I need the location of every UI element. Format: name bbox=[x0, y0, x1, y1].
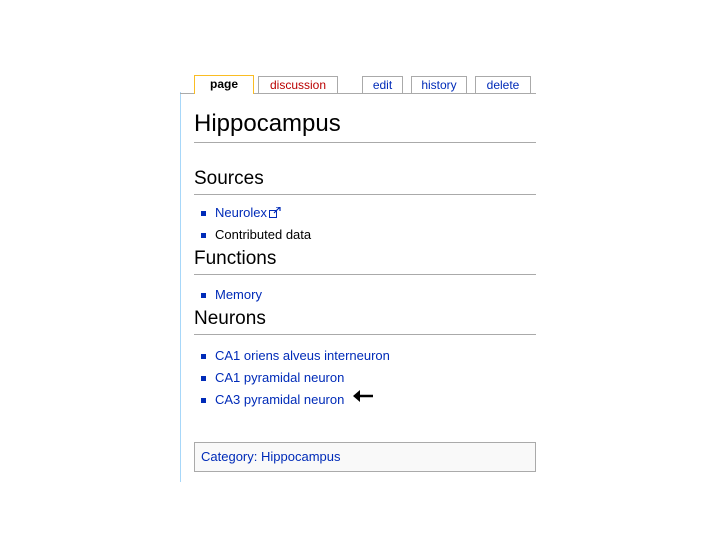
list-item-ca1-pyramidal[interactable]: CA1 pyramidal neuron bbox=[194, 367, 536, 389]
tab-discussion[interactable]: discussion bbox=[258, 76, 338, 93]
list-item-memory[interactable]: Memory bbox=[194, 284, 536, 306]
tab-delete[interactable]: delete bbox=[475, 76, 531, 93]
section-heading-sources: Sources bbox=[194, 167, 536, 195]
category-value-link[interactable]: Hippocampus bbox=[261, 449, 341, 464]
page-title: Hippocampus bbox=[194, 110, 536, 143]
list-item-label[interactable]: Memory bbox=[215, 287, 262, 302]
tab-bar: page discussion edit history delete bbox=[180, 72, 536, 94]
list-item-label[interactable]: CA1 pyramidal neuron bbox=[215, 370, 344, 385]
list-item-label[interactable]: CA3 pyramidal neuron bbox=[215, 392, 344, 407]
bullet-icon bbox=[201, 354, 206, 359]
page-content: Hippocampus Sources Neurolex Contributed… bbox=[194, 110, 536, 411]
bullet-icon bbox=[201, 398, 206, 403]
wiki-page-frame: page discussion edit history delete Hipp… bbox=[180, 72, 536, 482]
list-item-label: Contributed data bbox=[215, 227, 312, 242]
tab-history[interactable]: history bbox=[411, 76, 467, 93]
list-item-contributed-data: Contributed data bbox=[194, 224, 536, 246]
bullet-icon bbox=[201, 233, 206, 238]
bullet-icon bbox=[201, 293, 206, 298]
list-item-ca1-oriens[interactable]: CA1 oriens alveus interneuron bbox=[194, 345, 536, 367]
list-item-label[interactable]: Neurolex bbox=[215, 205, 267, 220]
content-left-border bbox=[180, 92, 181, 482]
tab-edit[interactable]: edit bbox=[362, 76, 403, 93]
sources-list: Neurolex Contributed data bbox=[194, 202, 536, 246]
external-link-icon bbox=[269, 207, 281, 218]
functions-list: Memory bbox=[194, 284, 536, 306]
category-box: Category: Hippocampus bbox=[194, 442, 536, 472]
left-arrow-icon bbox=[353, 390, 373, 402]
tab-page[interactable]: page bbox=[194, 75, 254, 94]
list-item-label[interactable]: CA1 oriens alveus interneuron bbox=[215, 348, 390, 363]
section-heading-neurons: Neurons bbox=[194, 307, 536, 335]
list-item-neurolex[interactable]: Neurolex bbox=[194, 202, 536, 224]
category-label-link[interactable]: Category: bbox=[201, 449, 257, 464]
section-heading-functions: Functions bbox=[194, 247, 536, 275]
bullet-icon bbox=[201, 376, 206, 381]
bullet-icon bbox=[201, 211, 206, 216]
